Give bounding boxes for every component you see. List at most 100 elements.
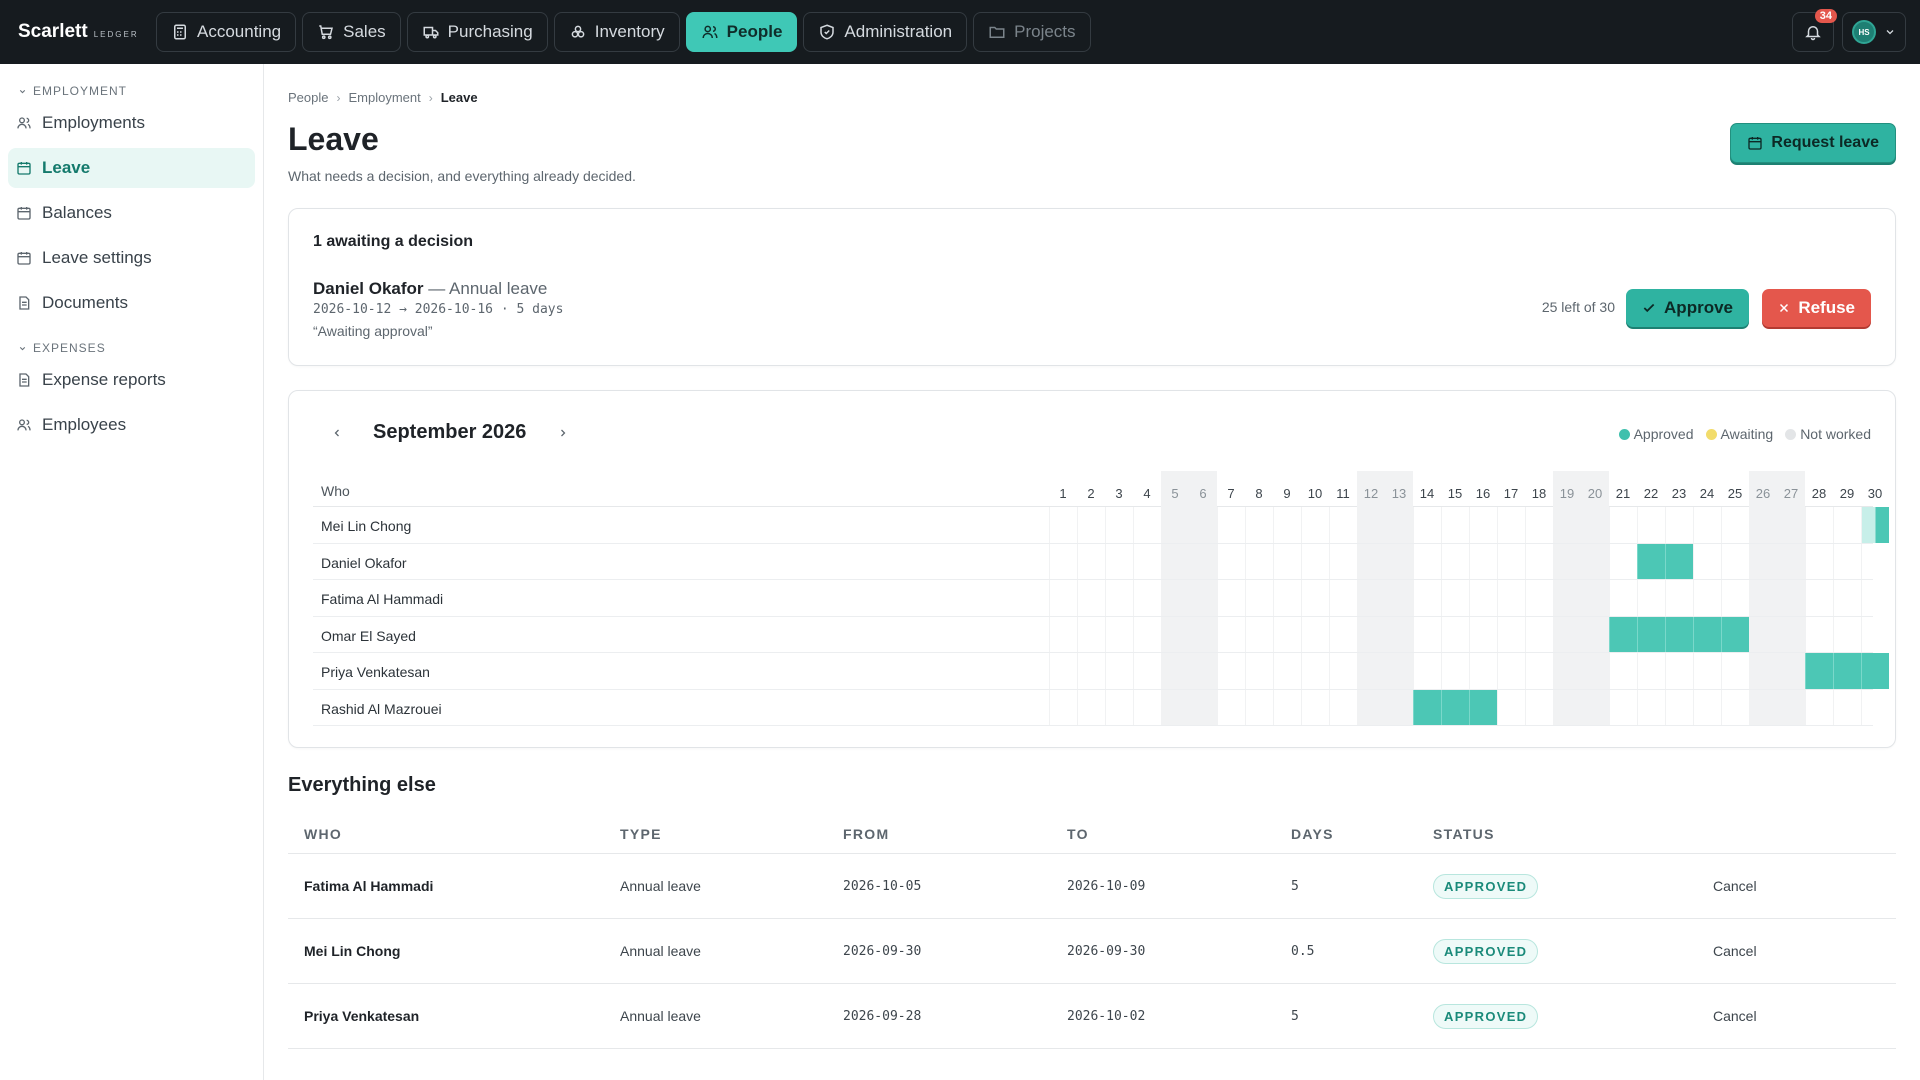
day-cell bbox=[1357, 580, 1385, 616]
day-header: 25 bbox=[1727, 485, 1743, 501]
calendar-row-name[interactable]: Mei Lin Chong bbox=[321, 518, 411, 534]
cancel-button[interactable]: Cancel bbox=[1713, 878, 1757, 894]
nav-label: Purchasing bbox=[447, 22, 533, 41]
day-header: 20 bbox=[1581, 471, 1609, 507]
column-header-who[interactable]: WHO bbox=[304, 826, 342, 842]
legend-item: Awaiting bbox=[1705, 426, 1773, 442]
nav-accounting[interactable]: Accounting bbox=[156, 12, 297, 52]
day-cell bbox=[1189, 580, 1217, 616]
sidebar-section-expenses[interactable]: EXPENSES bbox=[18, 341, 263, 355]
cancel-button[interactable]: Cancel bbox=[1713, 1008, 1757, 1024]
leave-calendar-card: September 2026 Approved Awaiting Not worke… bbox=[288, 390, 1896, 748]
column-header-from[interactable]: FROM bbox=[843, 826, 889, 842]
day-cell bbox=[1861, 543, 1889, 579]
day-cell bbox=[1749, 653, 1777, 689]
column-header-type[interactable]: TYPE bbox=[620, 826, 662, 842]
leave-balance: 25 left of 30 bbox=[1541, 299, 1615, 315]
day-cell bbox=[1133, 507, 1161, 543]
day-cell bbox=[1581, 580, 1609, 616]
nav-purchasing[interactable]: Purchasing bbox=[406, 12, 548, 52]
day-cell bbox=[1553, 653, 1581, 689]
day-cell bbox=[1805, 543, 1833, 579]
nav-projects[interactable]: Projects bbox=[973, 12, 1091, 52]
column-header-days[interactable]: DAYS bbox=[1291, 826, 1334, 842]
day-cell bbox=[1105, 580, 1133, 616]
shield-icon bbox=[820, 24, 835, 40]
day-cell bbox=[1329, 653, 1357, 689]
calendar-icon bbox=[17, 207, 31, 220]
pending-employee-name[interactable]: Daniel Okafor bbox=[313, 279, 424, 298]
day-cell bbox=[1497, 543, 1525, 579]
column-header-status[interactable]: STATUS bbox=[1433, 826, 1495, 842]
column-header-to[interactable]: TO bbox=[1067, 826, 1089, 842]
sidebar-item-leave-settings[interactable]: Leave settings bbox=[8, 238, 255, 278]
day-cell bbox=[1581, 653, 1609, 689]
nav-sales[interactable]: Sales bbox=[302, 12, 401, 52]
next-month-button[interactable] bbox=[553, 423, 573, 443]
day-cell bbox=[1469, 616, 1497, 652]
user-menu-button[interactable]: HS bbox=[1842, 12, 1906, 52]
pending-title: 1 awaiting a decision bbox=[313, 233, 474, 250]
sidebar-section-employment[interactable]: EMPLOYMENT bbox=[18, 84, 263, 98]
day-cell bbox=[1161, 689, 1189, 725]
calendar-row-name[interactable]: Omar El Sayed bbox=[321, 628, 416, 644]
day-cell bbox=[1245, 689, 1273, 725]
day-cell bbox=[1749, 543, 1777, 579]
sidebar-item-employees[interactable]: Employees bbox=[8, 405, 255, 445]
refuse-button[interactable]: Refuse bbox=[1762, 289, 1871, 327]
approve-button[interactable]: Approve bbox=[1626, 289, 1749, 327]
day-cell bbox=[1833, 580, 1861, 616]
day-cell bbox=[1749, 616, 1777, 652]
table-row[interactable]: Priya Venkatesan Annual leave 2026-09-28 20… bbox=[288, 984, 1896, 1049]
calendar-month-title: September 2026 bbox=[373, 421, 527, 443]
previous-month-button[interactable] bbox=[327, 423, 347, 443]
legend-dot bbox=[1705, 429, 1717, 440]
day-cell bbox=[1077, 507, 1105, 543]
avatar: HS bbox=[1852, 20, 1876, 44]
day-cell bbox=[1497, 689, 1525, 725]
nav-people[interactable]: People bbox=[685, 12, 798, 52]
day-cell bbox=[1161, 507, 1189, 543]
table-row[interactable]: Fatima Al Hammadi Annual leave 2026-10-05 2… bbox=[288, 854, 1896, 919]
sidebar-item-employments[interactable]: Employments bbox=[8, 103, 255, 143]
status-badge: APPROVED bbox=[1433, 874, 1539, 899]
day-header: 18 bbox=[1531, 485, 1547, 501]
day-header: 6 bbox=[1189, 471, 1217, 507]
people-icon bbox=[702, 25, 718, 39]
table-row[interactable]: Mei Lin Chong Annual leave 2026-09-30 2026-… bbox=[288, 919, 1896, 984]
day-cell bbox=[1665, 653, 1693, 689]
calendar-row-name[interactable]: Daniel Okafor bbox=[321, 555, 407, 571]
cancel-button[interactable]: Cancel bbox=[1713, 943, 1757, 959]
calendar-row-name[interactable]: Priya Venkatesan bbox=[321, 664, 430, 680]
page-subtitle: What needs a decision, and everything al… bbox=[288, 168, 636, 184]
calendar-row-name[interactable]: Fatima Al Hammadi bbox=[321, 591, 443, 607]
day-cell bbox=[1049, 689, 1077, 725]
day-header: 24 bbox=[1699, 485, 1715, 501]
sidebar-item-expense-reports[interactable]: Expense reports bbox=[8, 360, 255, 400]
request-leave-button[interactable]: Request leave bbox=[1730, 123, 1896, 163]
breadcrumb-employment[interactable]: Employment bbox=[348, 90, 420, 105]
day-cell bbox=[1525, 616, 1553, 652]
day-cell bbox=[1553, 507, 1581, 543]
row-days: 0.5 bbox=[1291, 944, 1315, 959]
legend-item: Approved bbox=[1618, 426, 1694, 442]
breadcrumb-separator-icon: › bbox=[428, 90, 433, 105]
status-badge: APPROVED bbox=[1433, 939, 1539, 964]
top-navigation-bar: Scarlett LEDGER Accounting Sales Purchasin… bbox=[0, 0, 1920, 64]
day-header: 27 bbox=[1777, 471, 1805, 507]
day-cell bbox=[1777, 580, 1805, 616]
sidebar-item-documents[interactable]: Documents bbox=[8, 283, 255, 323]
nav-administration[interactable]: Administration bbox=[803, 12, 968, 52]
row-who: Priya Venkatesan bbox=[304, 1008, 420, 1024]
day-cell bbox=[1413, 543, 1441, 579]
leave-day-cell bbox=[1861, 507, 1889, 543]
sidebar-item-balances[interactable]: Balances bbox=[8, 193, 255, 233]
notifications-button[interactable]: 34 bbox=[1792, 9, 1837, 52]
breadcrumb-people[interactable]: People bbox=[288, 90, 328, 105]
nav-inventory[interactable]: Inventory bbox=[553, 12, 680, 52]
sidebar-item-leave[interactable]: Leave bbox=[8, 148, 255, 188]
day-header: 7 bbox=[1227, 485, 1235, 501]
calendar-row-name[interactable]: Rashid Al Mazrouei bbox=[321, 701, 442, 717]
brand-logo[interactable]: Scarlett LEDGER bbox=[18, 21, 156, 43]
day-header: 12 bbox=[1357, 471, 1385, 507]
